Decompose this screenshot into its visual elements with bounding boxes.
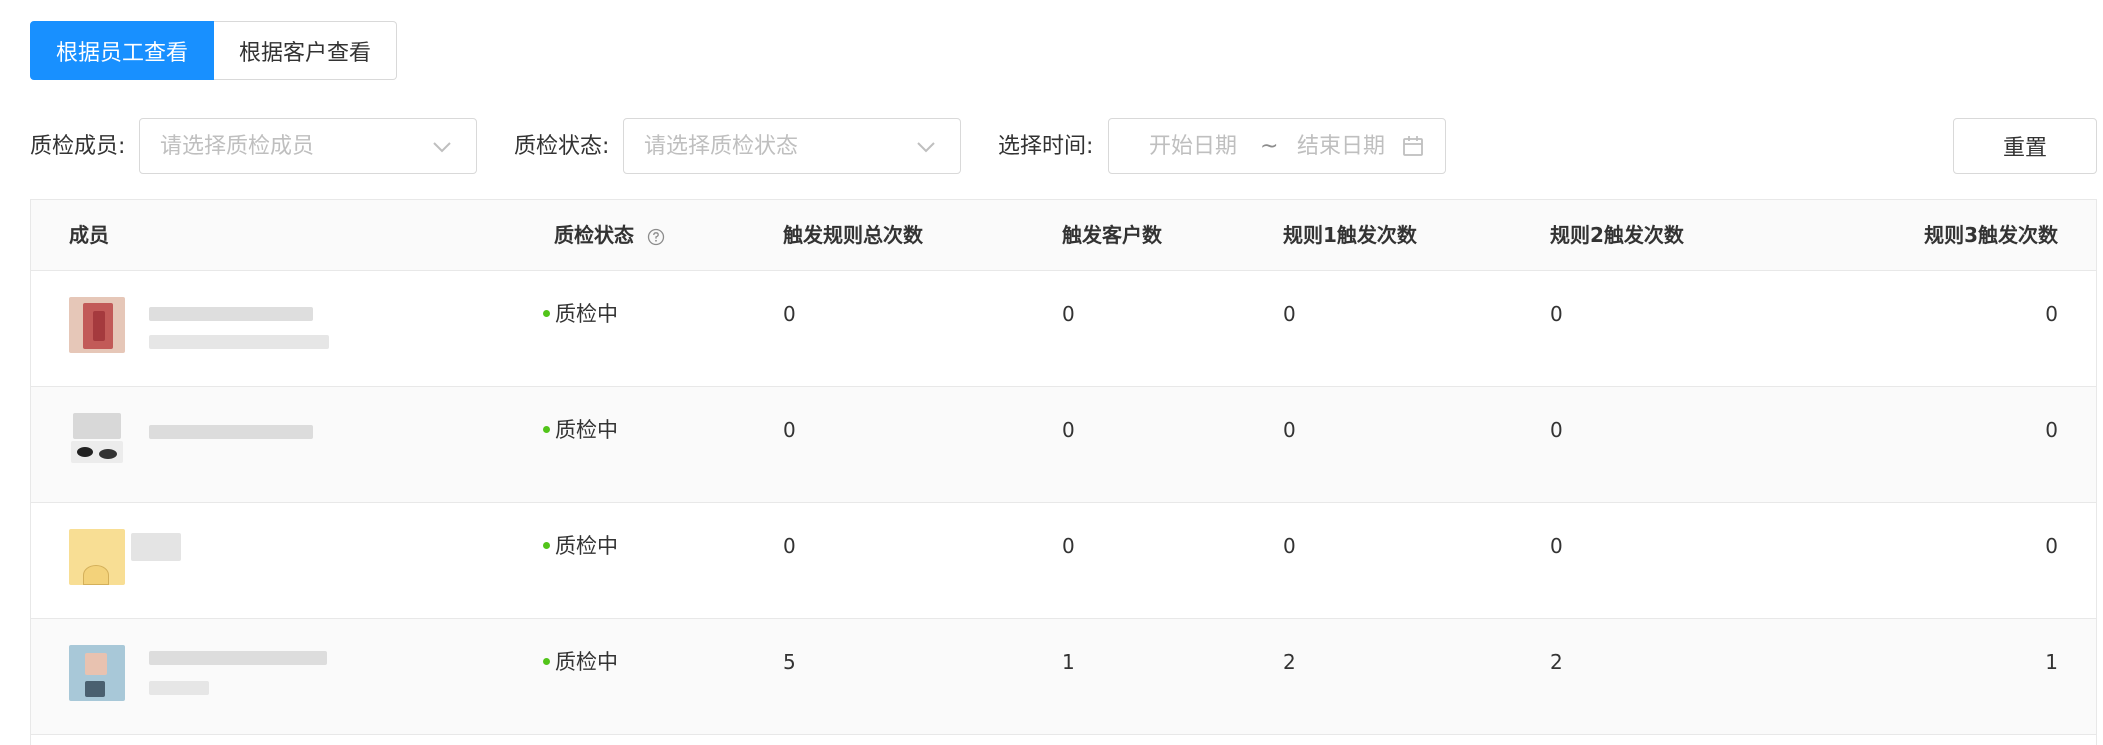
column-header-member: 成员	[69, 223, 109, 247]
rule2-cell: 0	[1550, 534, 1563, 558]
status-dot	[543, 658, 550, 665]
rule1-cell: 0	[1283, 534, 1296, 558]
status-filter-label: 质检状态:	[514, 134, 610, 159]
view-tabs: 根据员工查看 根据客户查看	[30, 21, 397, 80]
status-select-placeholder: 请选择质检状态	[644, 134, 799, 159]
status-text: 质检中	[555, 650, 618, 674]
rule2-cell: 0	[1550, 418, 1563, 442]
member-select[interactable]: 请选择质检成员	[139, 118, 477, 174]
column-header-rule1: 规则1触发次数	[1283, 223, 1417, 247]
total-triggers-cell: 0	[783, 418, 796, 442]
avatar	[69, 645, 125, 701]
status-badge: 质检中	[543, 415, 618, 445]
status-select[interactable]: 请选择质检状态	[623, 118, 961, 174]
column-header-rule3: 规则3触发次数	[1924, 223, 2058, 247]
chevron-down-icon	[433, 142, 451, 153]
status-badge: 质检中	[543, 647, 618, 677]
inspection-table: 成员 质检状态 触发规则总次数 触发客户数 规则1触发次数 规则2触发次数 规则…	[30, 199, 2097, 745]
rule3-cell: 0	[2045, 302, 2058, 326]
status-badge: 质检中	[543, 531, 618, 561]
question-circle-icon[interactable]	[647, 228, 665, 246]
total-triggers-cell: 0	[783, 302, 796, 326]
triggered-customers-cell: 0	[1062, 302, 1075, 326]
rule2-cell: 2	[1550, 650, 1563, 674]
status-text: 质检中	[555, 534, 618, 558]
total-triggers-cell: 5	[783, 650, 796, 674]
tab-by-customer[interactable]: 根据客户查看	[214, 21, 397, 80]
tab-by-employee[interactable]: 根据员工查看	[30, 21, 214, 80]
total-triggers-cell: 0	[783, 534, 796, 558]
table-row[interactable]: 质检中 0 0 0 0 0	[31, 503, 2096, 619]
column-header-triggered-customers: 触发客户数	[1062, 223, 1162, 247]
status-dot	[543, 542, 550, 549]
chevron-down-icon	[917, 142, 935, 153]
avatar	[69, 413, 125, 469]
triggered-customers-cell: 0	[1062, 534, 1075, 558]
status-badge: 质检中	[543, 299, 618, 329]
column-header-rule2: 规则2触发次数	[1550, 223, 1684, 247]
rule2-cell: 0	[1550, 302, 1563, 326]
calendar-icon	[1403, 136, 1423, 156]
status-text: 质检中	[555, 418, 618, 442]
triggered-customers-cell: 0	[1062, 418, 1075, 442]
date-range-picker[interactable]: 开始日期 ~ 结束日期	[1108, 118, 1446, 174]
rule3-cell: 0	[2045, 534, 2058, 558]
end-date-input[interactable]: 结束日期	[1297, 132, 1385, 162]
reset-button[interactable]: 重置	[1953, 118, 2097, 174]
avatar	[69, 529, 125, 585]
rule3-cell: 1	[2045, 650, 2058, 674]
avatar	[69, 297, 125, 353]
time-filter-label: 选择时间:	[998, 134, 1094, 159]
rule3-cell: 0	[2045, 418, 2058, 442]
member-filter-label: 质检成员:	[30, 134, 126, 159]
date-separator: ~	[1260, 134, 1279, 159]
column-header-status: 质检状态	[554, 220, 665, 250]
status-dot	[543, 426, 550, 433]
rule1-cell: 2	[1283, 650, 1296, 674]
table-row[interactable]: 质检中 0 0 0 0 0	[31, 387, 2096, 503]
member-select-placeholder: 请选择质检成员	[160, 134, 315, 159]
table-header: 成员 质检状态 触发规则总次数 触发客户数 规则1触发次数 规则2触发次数 规则…	[31, 200, 2096, 271]
triggered-customers-cell: 1	[1062, 650, 1075, 674]
rule1-cell: 0	[1283, 302, 1296, 326]
column-header-total-triggers: 触发规则总次数	[783, 223, 923, 247]
table-row[interactable]: 质检中 5 1 2 2 1	[31, 619, 2096, 735]
column-header-status-label: 质检状态	[554, 223, 634, 247]
table-row[interactable]: 质检中 0 0 0 0 0	[31, 271, 2096, 387]
status-text: 质检中	[555, 302, 618, 326]
rule1-cell: 0	[1283, 418, 1296, 442]
status-dot	[543, 310, 550, 317]
start-date-input[interactable]: 开始日期	[1149, 132, 1237, 162]
